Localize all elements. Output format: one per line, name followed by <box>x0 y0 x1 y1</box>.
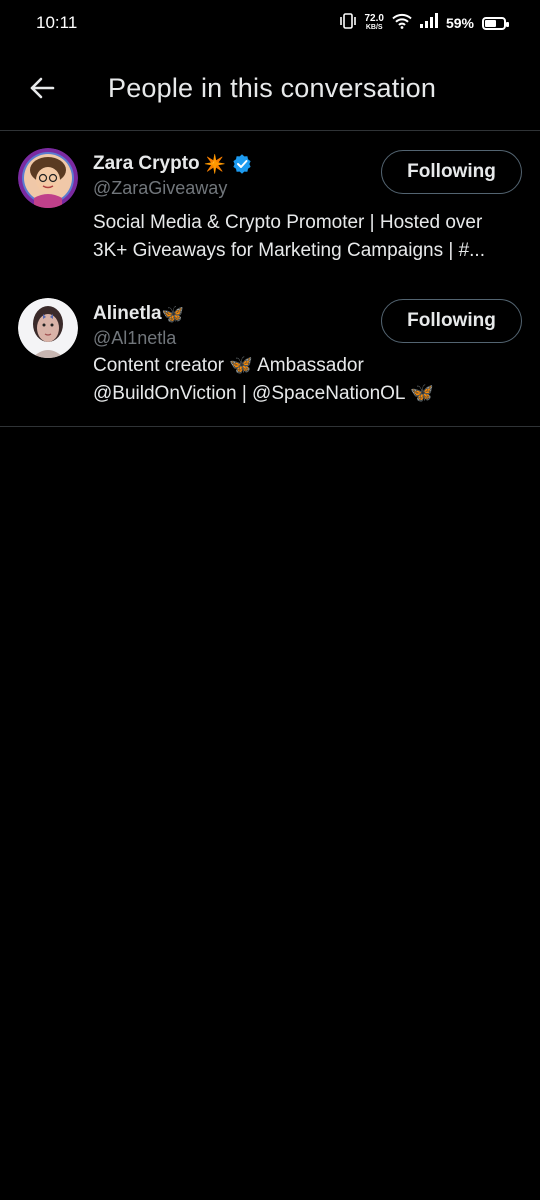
net-speed-unit: KB/S <box>365 24 383 31</box>
people-list: Zara Crypto ✴️ @ZaraGiveaway Social Medi… <box>0 132 540 427</box>
user-bio: Social Media & Crypto Promoter | Hosted … <box>93 209 519 265</box>
verified-badge-icon <box>232 154 252 174</box>
bio-line: Content creator 🦋 Ambassador <box>93 355 364 376</box>
following-button[interactable]: Following <box>381 299 522 343</box>
wifi-icon <box>392 13 412 34</box>
screen: 10:11 72.0 KB/S 59% People in this conve… <box>0 0 540 1200</box>
following-button[interactable]: Following <box>381 150 522 194</box>
back-button[interactable] <box>27 73 57 103</box>
bio-line: @BuildOnViction | @SpaceNationOL 🦋 <box>93 383 434 404</box>
user-bio: Content creator 🦋 Ambassador @BuildOnVic… <box>93 352 519 408</box>
battery-fill <box>485 19 496 27</box>
status-time: 10:11 <box>36 13 78 32</box>
net-speed: 72.0 KB/S <box>365 14 384 32</box>
arrow-left-icon <box>30 77 55 99</box>
display-name: Alinetla <box>93 303 162 324</box>
person-row[interactable]: Alinetla 🦋 @Al1netla Content creator 🦋 A… <box>0 281 540 426</box>
page-title: People in this conversation <box>108 72 437 103</box>
status-bar: 10:11 72.0 KB/S 59% <box>0 0 540 46</box>
bio-line: 3K+ Giveaways for Marketing Campaigns | … <box>93 240 485 261</box>
battery-percent: 59% <box>445 15 474 31</box>
header: People in this conversation <box>0 46 540 131</box>
name-emoji: ✴️ <box>203 154 227 174</box>
avatar[interactable] <box>18 148 78 208</box>
display-name: Zara Crypto <box>93 153 200 174</box>
name-emoji: 🦋 <box>161 304 185 324</box>
net-speed-value: 72.0 <box>364 13 384 24</box>
battery-icon <box>482 16 509 30</box>
signal-icon <box>419 13 438 33</box>
avatar[interactable] <box>18 298 78 358</box>
vibrate-icon <box>339 12 357 35</box>
bio-line: Social Media & Crypto Promoter | Hosted … <box>93 212 483 233</box>
status-icons: 72.0 KB/S 59% <box>339 12 509 35</box>
person-row[interactable]: Zara Crypto ✴️ @ZaraGiveaway Social Medi… <box>0 132 540 281</box>
